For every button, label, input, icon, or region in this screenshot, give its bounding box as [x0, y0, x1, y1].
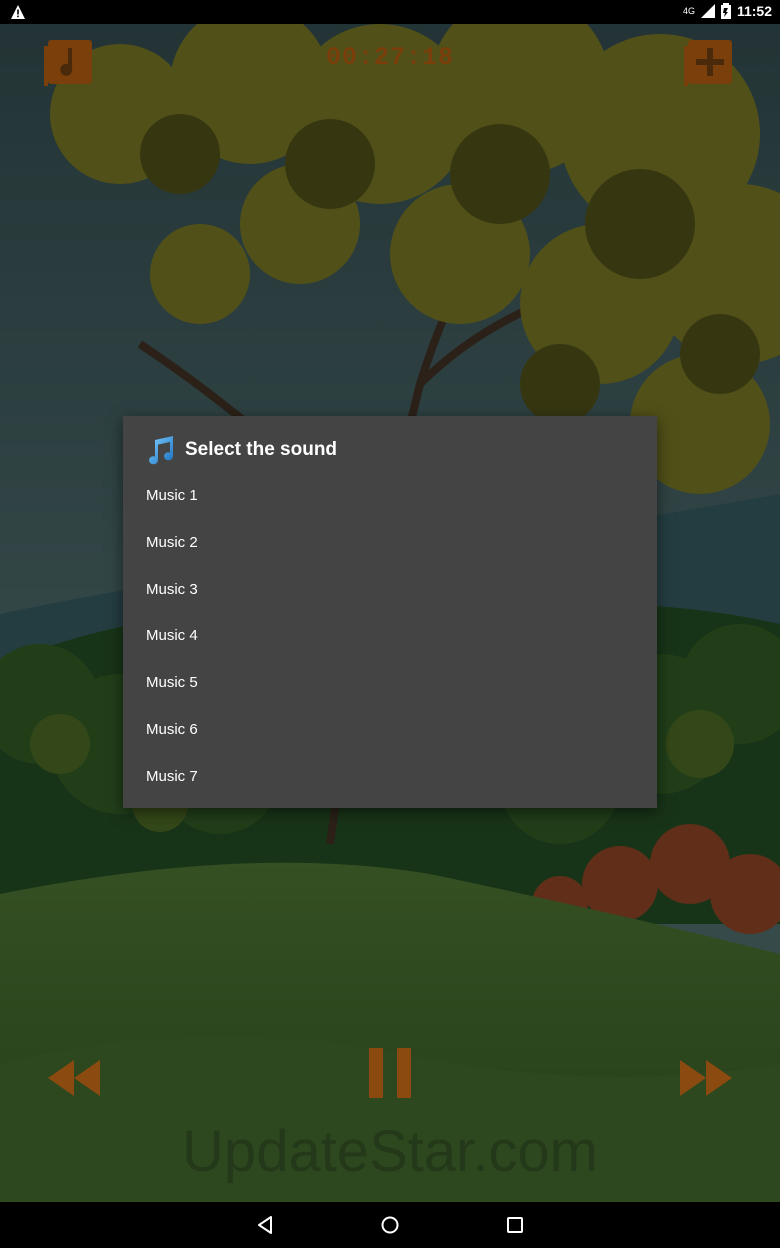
sound-option-music-6[interactable]: Music 6 [123, 707, 657, 754]
recents-icon[interactable] [503, 1213, 527, 1237]
select-sound-dialog: Select the sound Music 1 Music 2 Music 3… [123, 416, 657, 808]
status-bar: 4G 11:52 [0, 0, 780, 24]
rewind-icon[interactable] [46, 1060, 102, 1096]
sound-list: Music 1 Music 2 Music 3 Music 4 Music 5 … [123, 473, 657, 801]
watermark: UpdateStar.com [182, 1119, 598, 1184]
dialog-title: Select the sound [185, 439, 338, 460]
sound-option-music-1[interactable]: Music 1 [123, 473, 657, 520]
pause-icon[interactable] [369, 1048, 413, 1098]
add-playlist-icon[interactable] [682, 34, 738, 90]
signal-icon [700, 4, 715, 18]
sound-option-music-7[interactable]: Music 7 [123, 754, 657, 801]
battery-icon [720, 3, 731, 19]
playback-timer: 00:27:18 [325, 43, 455, 72]
dialog-header: Select the sound [145, 434, 337, 466]
network-type: 4G [682, 6, 695, 16]
home-icon[interactable] [378, 1213, 402, 1237]
fast-forward-icon[interactable] [678, 1060, 734, 1096]
music-note-icon [149, 436, 174, 465]
sound-option-music-5[interactable]: Music 5 [123, 660, 657, 707]
clock: 11:52 [736, 3, 772, 19]
warning-icon [11, 5, 25, 19]
back-icon[interactable] [254, 1213, 278, 1237]
sound-option-music-3[interactable]: Music 3 [123, 567, 657, 614]
sound-option-music-4[interactable]: Music 4 [123, 613, 657, 660]
navigation-bar [0, 1202, 780, 1248]
sound-option-music-2[interactable]: Music 2 [123, 520, 657, 567]
